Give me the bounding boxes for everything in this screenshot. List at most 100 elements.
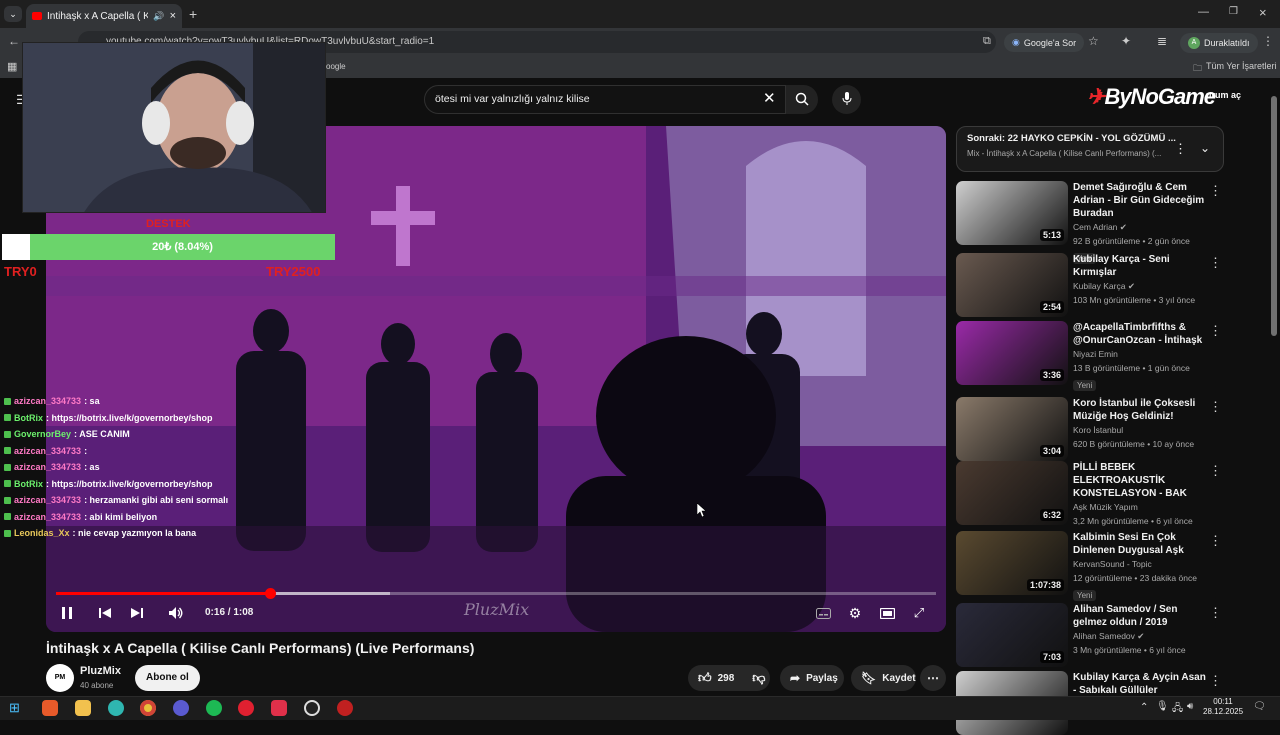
steam-icon[interactable] — [304, 700, 320, 716]
recommendation-item[interactable]: 7:03 Alihan Samedov / Sen gelmez oldun / … — [956, 603, 1226, 667]
volume-tray-icon[interactable]: 🔊︎ — [1187, 701, 1193, 712]
up-next-more-icon[interactable]: ⋮ — [1174, 141, 1187, 157]
subtitles-button[interactable] — [814, 604, 832, 622]
recommendation-title[interactable]: Kubilay Karça & Ayçin Asan - Sabıkalı Gü… — [1073, 671, 1211, 697]
voice-search-button[interactable] — [832, 85, 861, 114]
pause-button[interactable] — [58, 604, 76, 622]
window-close-button[interactable]: × — [1259, 5, 1267, 20]
theater-mode-button[interactable] — [878, 604, 896, 622]
network-icon[interactable]: 🖧︎ — [1172, 701, 1183, 718]
recommendation-item[interactable]: 6:32 PİLLİ BEBEK ELEKTROAKUSTİK KONSTELAS… — [956, 461, 1226, 526]
recommendation-item[interactable]: 5:13 Demet Sağıroğlu & Cem Adrian - Bir G… — [956, 181, 1226, 264]
recommendation-more-icon[interactable]: ⋮ — [1209, 183, 1222, 199]
search-input[interactable]: ötesi mi var yalnızlığı yalnız kilise — [435, 93, 590, 105]
tray-chevron-icon[interactable]: ⌃ — [1140, 702, 1148, 713]
notification-icon[interactable]: 🗨︎ — [1253, 701, 1266, 712]
taskbar-app-icon[interactable] — [42, 700, 58, 716]
recommendation-more-icon[interactable]: ⋮ — [1209, 323, 1222, 339]
settings-button[interactable]: ⚙ — [846, 604, 864, 622]
spotify-icon[interactable] — [206, 700, 222, 716]
video-thumbnail[interactable]: 3:04 — [956, 397, 1068, 461]
channel-name[interactable]: PluzMix — [80, 665, 121, 677]
recommendation-item[interactable]: 3:04 Koro İstanbul ile Çoksesli Müziğe Ho… — [956, 397, 1226, 461]
recommendation-channel[interactable]: Koro İstanbul — [1073, 423, 1211, 437]
extensions-icon[interactable]: ✦ — [1121, 34, 1131, 48]
file-explorer-icon[interactable] — [75, 700, 91, 716]
recommendation-title[interactable]: Alihan Samedov / Sen gelmez oldun / 2019 — [1073, 603, 1211, 629]
media-controls-icon[interactable]: ≣ — [1157, 34, 1167, 48]
channel-avatar[interactable]: PM — [46, 664, 74, 692]
vivaldi-icon[interactable] — [271, 700, 287, 716]
video-thumbnail[interactable]: 6:32 — [956, 461, 1068, 525]
all-bookmarks-link[interactable]: 🗀 Tüm Yer İşaretleri — [1193, 61, 1277, 77]
new-tab-button[interactable]: + — [189, 6, 197, 22]
search-button[interactable] — [786, 85, 818, 114]
recommendation-item[interactable]: 1:07:38 Kalbimin Sesi En Çok Dinlenen Duy… — [956, 531, 1226, 601]
start-button-icon[interactable]: ⊞ — [9, 700, 20, 716]
tab-search-button[interactable]: ⌄ — [4, 6, 22, 22]
recommendation-more-icon[interactable]: ⋮ — [1209, 533, 1222, 549]
thumbs-down-icon[interactable]: 👎︎ — [752, 670, 765, 686]
back-button[interactable]: ← — [8, 34, 20, 48]
next-button[interactable] — [128, 604, 146, 622]
recommendation-channel[interactable]: Aşk Müzik Yapım — [1073, 500, 1211, 514]
video-thumbnail[interactable]: 1:07:38 — [956, 531, 1068, 595]
recommendation-title[interactable]: Kalbimin Sesi En Çok Dinlenen Duygusal A… — [1073, 531, 1211, 557]
edge-icon[interactable] — [108, 700, 124, 716]
install-app-icon[interactable]: ⧉ — [983, 35, 991, 48]
video-thumbnail[interactable]: 7:03 — [956, 603, 1068, 667]
media-app-icon[interactable] — [238, 700, 254, 716]
tab-active[interactable]: İntihaşk x A Capella ( Kilise 🔊 × — [26, 4, 182, 28]
clear-search-icon[interactable]: ✕ — [763, 89, 776, 107]
save-button[interactable]: 🔖︎ Kaydet — [851, 665, 916, 691]
signin-button[interactable]: urum aç — [1206, 90, 1241, 100]
recommendation-title[interactable]: Kubilay Karça - Seni Kırmışlar — [1073, 253, 1211, 279]
video-thumbnail[interactable]: 3:36 — [956, 321, 1068, 385]
recommendation-more-icon[interactable]: ⋮ — [1209, 463, 1222, 479]
volume-button[interactable] — [167, 604, 185, 622]
recommendation-channel[interactable]: KervanSound - Topic — [1073, 557, 1211, 571]
like-button[interactable]: 👍︎ 298 👎︎ — [688, 665, 770, 691]
apps-grid-icon[interactable]: ▦ — [7, 60, 17, 73]
more-actions-button[interactable]: ⋯ — [920, 665, 946, 691]
recommendation-item[interactable]: 3:36 @AcapellaTimbrfifths & @OnurCanOzcan… — [956, 321, 1226, 391]
recommendation-channel[interactable]: Cem Adrian ✔︎ — [1073, 220, 1211, 234]
recommendation-title[interactable]: @AcapellaTimbrfifths & @OnurCanOzcan - İ… — [1073, 321, 1211, 347]
video-thumbnail[interactable]: 5:13 — [956, 181, 1068, 245]
scrollbar-track[interactable] — [1271, 90, 1277, 690]
clock[interactable]: 00:11 28.12.2025 — [1203, 697, 1243, 717]
chrome-icon[interactable] — [140, 700, 156, 716]
share-button[interactable]: ➦ Paylaş — [780, 665, 844, 691]
recommendation-item[interactable]: 2:54 Kubilay Karça - Seni Kırmışlar Kubila… — [956, 253, 1226, 317]
recommendation-title[interactable]: Demet Sağıroğlu & Cem Adrian - Bir Gün G… — [1073, 181, 1211, 220]
obs-icon[interactable] — [173, 700, 189, 716]
tab-close-icon[interactable]: × — [170, 10, 176, 22]
recommendation-channel[interactable]: Kubilay Karça ✔︎ — [1073, 279, 1211, 293]
window-restore-button[interactable]: ❐ — [1229, 6, 1238, 17]
previous-button[interactable] — [96, 604, 114, 622]
recommendation-more-icon[interactable]: ⋮ — [1209, 605, 1222, 621]
fullscreen-button[interactable]: ⤢ — [910, 604, 928, 622]
recommendation-more-icon[interactable]: ⋮ — [1209, 673, 1222, 689]
google-sor-button[interactable]: ◉ Google'a Sor — [1004, 33, 1085, 52]
recommendation-channel[interactable]: Alihan Samedov ✔︎ — [1073, 629, 1211, 643]
browser-menu-icon[interactable]: ⋮ — [1262, 34, 1274, 48]
bookmark-star-icon[interactable]: ☆ — [1088, 34, 1099, 48]
other-app-icon[interactable] — [337, 700, 353, 716]
recommendation-more-icon[interactable]: ⋮ — [1209, 255, 1222, 271]
scrollbar-thumb[interactable] — [1271, 96, 1277, 336]
collapse-chevron-icon[interactable]: ⌄ — [1200, 141, 1210, 155]
profile-button[interactable]: A Duraklatıldı — [1180, 33, 1258, 53]
recommendation-title[interactable]: Koro İstanbul ile Çoksesli Müziğe Hoş Ge… — [1073, 397, 1211, 423]
video-thumbnail[interactable]: 2:54 — [956, 253, 1068, 317]
subscribe-button[interactable]: Abone ol — [135, 665, 200, 691]
microphone-tray-icon[interactable]: 🎙︎ — [1156, 701, 1169, 712]
recommendation-channel[interactable]: Niyazi Emin — [1073, 347, 1211, 361]
bookmark-item[interactable]: oogle — [326, 62, 346, 71]
tab-audio-icon[interactable]: 🔊 — [153, 11, 164, 22]
recommendation-more-icon[interactable]: ⋮ — [1209, 399, 1222, 415]
window-minimize-button[interactable]: — — [1198, 6, 1209, 18]
recommendation-title[interactable]: PİLLİ BEBEK ELEKTROAKUSTİK KONSTELASYON … — [1073, 461, 1211, 500]
progress-scrubber[interactable] — [264, 588, 276, 599]
search-box[interactable]: ötesi mi var yalnızlığı yalnız kilise — [424, 85, 786, 114]
